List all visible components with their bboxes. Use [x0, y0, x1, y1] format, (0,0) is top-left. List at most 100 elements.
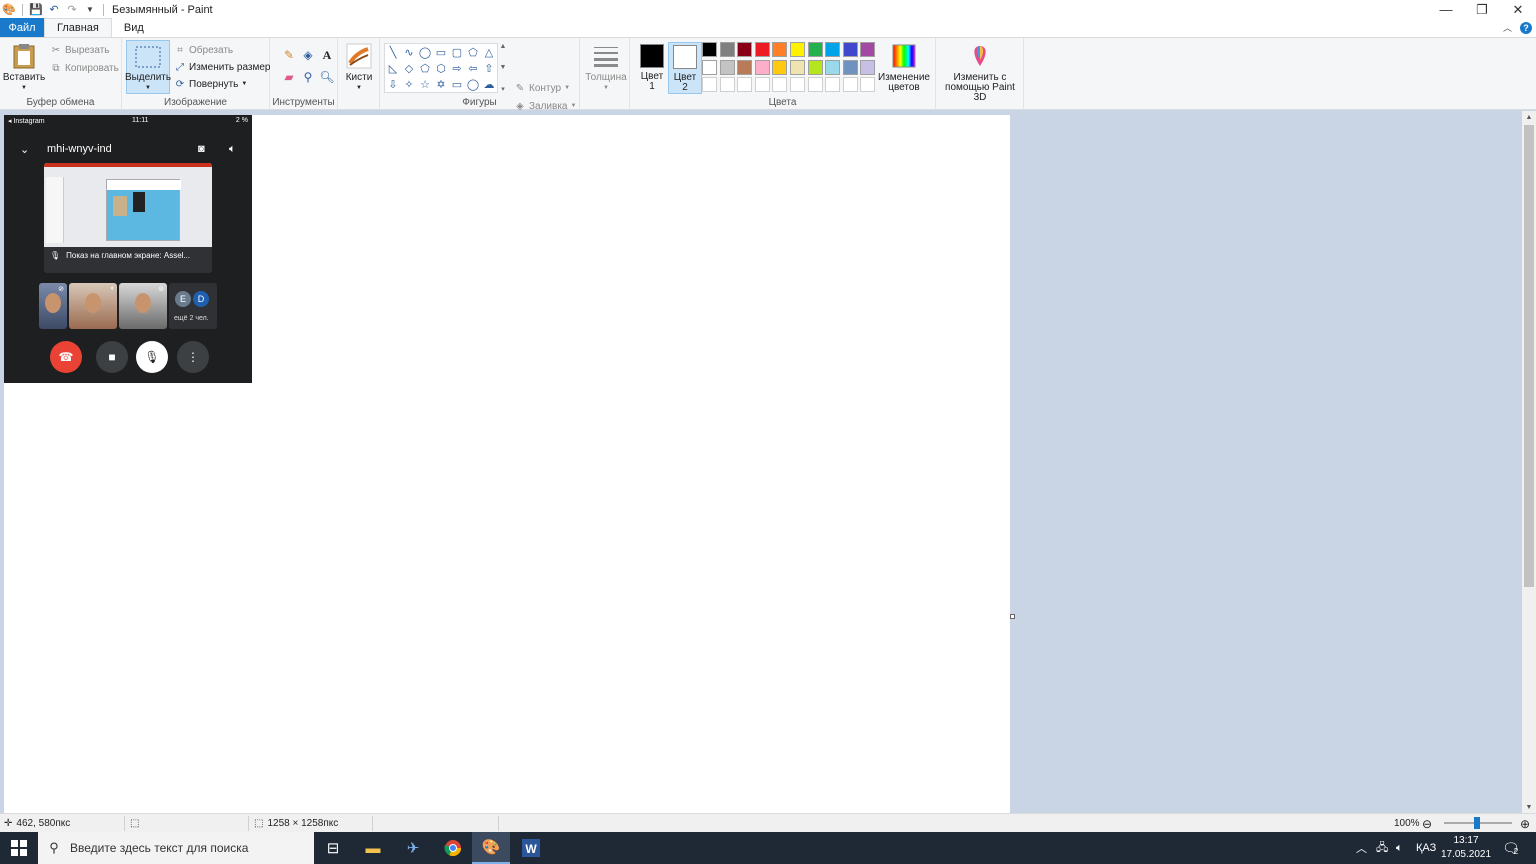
crop-button[interactable]: ⌗ Обрезать	[174, 44, 233, 56]
chrome-icon[interactable]	[434, 832, 472, 864]
customize-dropdown-icon[interactable]: ▼	[83, 3, 97, 17]
size-button[interactable]: Толщина ▼	[584, 42, 628, 93]
empty-color-swatch[interactable]	[789, 77, 805, 93]
rotate-button[interactable]: ⟳ Повернуть ▼	[174, 78, 248, 90]
color-swatch[interactable]	[772, 42, 788, 57]
color-swatch[interactable]	[825, 59, 841, 75]
resize-button[interactable]: ⤢ Изменить размер	[174, 61, 270, 73]
hexagon-shape-icon[interactable]: ⬡	[433, 60, 449, 76]
edit-with-paint3d-button[interactable]: Изменить с помощью Paint 3D	[938, 42, 1022, 103]
select-button[interactable]: Выделить ▼	[125, 40, 171, 94]
eraser-icon[interactable]: ▰	[280, 68, 298, 86]
task-view-icon[interactable]: ⊟	[314, 832, 352, 864]
text-icon[interactable]: A	[318, 46, 336, 64]
right-triangle-shape-icon[interactable]: ◺	[385, 60, 401, 76]
empty-color-swatch[interactable]	[737, 77, 753, 93]
color-picker-icon[interactable]: ⚲	[299, 68, 317, 86]
tab-view[interactable]: Вид	[112, 18, 156, 37]
clock[interactable]: 13:17 17.05.2021	[1438, 834, 1494, 862]
line-shape-icon[interactable]: ╲	[385, 44, 401, 60]
windows-start-icon[interactable]	[0, 832, 38, 864]
color2-button[interactable]: Цвет 2	[668, 42, 702, 94]
color-swatch[interactable]	[807, 42, 823, 57]
network-icon[interactable]: 🖧︎	[1376, 832, 1388, 864]
brushes-button[interactable]: Кисти ▼	[342, 42, 376, 93]
canvas-resize-handle[interactable]	[1010, 614, 1015, 619]
close-button[interactable]: ✕	[1500, 0, 1536, 19]
language-indicator[interactable]: ҚАЗ	[1416, 832, 1436, 864]
color-swatch[interactable]	[860, 59, 876, 75]
outline-button[interactable]: ✎ Контур ▼	[514, 82, 570, 94]
taskbar-search-box[interactable]: ⚲ Введите здесь текст для поиска	[38, 832, 314, 864]
color-swatch[interactable]	[737, 59, 753, 75]
color-swatch[interactable]	[842, 42, 858, 57]
color-swatch[interactable]	[772, 59, 788, 75]
file-explorer-icon[interactable]: ▬	[354, 832, 392, 864]
pencil-icon[interactable]: ✎	[280, 46, 298, 64]
empty-color-swatch[interactable]	[702, 77, 717, 93]
left-arrow-shape-icon[interactable]: ⇦	[465, 60, 481, 76]
color-swatch[interactable]	[807, 59, 823, 75]
show-hidden-icons[interactable]: ︿	[1356, 832, 1367, 864]
cloud-callout-shape-icon[interactable]: ☁	[481, 76, 497, 92]
help-icon[interactable]: ?	[1520, 21, 1532, 34]
fill-bucket-icon[interactable]: ◈	[299, 46, 317, 64]
diamond-shape-icon[interactable]: ◇	[401, 60, 417, 76]
down-arrow-shape-icon[interactable]: ⇩	[385, 76, 401, 92]
six-point-star-shape-icon[interactable]: ✡	[433, 76, 449, 92]
copy-button[interactable]: ⧉ Копировать	[50, 62, 118, 74]
zoom-in-icon[interactable]: ⊕	[1520, 814, 1530, 833]
rectangle-shape-icon[interactable]: ▭	[433, 44, 449, 60]
rounded-rectangle-shape-icon[interactable]: ▢	[449, 44, 465, 60]
empty-color-swatch[interactable]	[719, 77, 735, 93]
four-point-star-shape-icon[interactable]: ✧	[401, 76, 417, 92]
save-icon[interactable]: 💾	[29, 3, 43, 17]
polygon-shape-icon[interactable]: ⬠	[465, 44, 481, 60]
maximize-button[interactable]: ❐	[1464, 0, 1500, 19]
color-swatch[interactable]	[719, 42, 735, 57]
right-arrow-shape-icon[interactable]: ⇨	[449, 60, 465, 76]
empty-color-swatch[interactable]	[772, 77, 788, 93]
tab-home[interactable]: Главная	[44, 18, 112, 37]
paste-button[interactable]: Вставить ▼	[3, 42, 45, 93]
oval-shape-icon[interactable]: ◯	[417, 44, 433, 60]
color-swatch[interactable]	[737, 42, 753, 57]
scrollbar-thumb[interactable]	[1524, 125, 1534, 587]
paint-taskbar-icon[interactable]: 🎨	[472, 832, 510, 864]
collapse-ribbon-icon[interactable]: ︿	[1503, 21, 1512, 34]
five-point-star-shape-icon[interactable]: ☆	[417, 76, 433, 92]
zoom-out-icon[interactable]: ⊖	[1422, 814, 1432, 833]
color-swatch[interactable]	[702, 42, 717, 57]
undo-icon[interactable]: ↶	[47, 3, 61, 17]
paint-app-icon[interactable]: 🎨	[2, 3, 16, 17]
taskbar-app-icon[interactable]: ✈	[394, 832, 432, 864]
word-icon[interactable]: W	[512, 832, 550, 864]
redo-icon[interactable]: ↷	[65, 3, 79, 17]
pentagon-shape-icon[interactable]: ⬠	[417, 60, 433, 76]
expand-gallery-icon[interactable]: ▾	[501, 85, 505, 93]
tab-file[interactable]: Файл	[0, 18, 44, 37]
color-swatch[interactable]	[719, 59, 735, 75]
curve-shape-icon[interactable]: ∿	[401, 44, 417, 60]
notifications-icon[interactable]: 🗨︎ 2	[1502, 832, 1520, 864]
scroll-down-icon[interactable]: ▼	[500, 64, 507, 71]
color-swatch[interactable]	[789, 59, 805, 75]
color-swatch[interactable]	[825, 42, 841, 57]
color-swatch[interactable]	[842, 59, 858, 75]
cut-button[interactable]: ✂ Вырезать	[50, 44, 110, 56]
color-swatch[interactable]	[754, 42, 770, 57]
color-swatch[interactable]	[789, 42, 805, 57]
edit-colors-button[interactable]: Изменение цветов	[878, 42, 930, 93]
minimize-button[interactable]: —	[1428, 0, 1464, 19]
scroll-up-icon[interactable]: ▲	[500, 43, 507, 50]
zoom-slider-thumb[interactable]	[1474, 817, 1480, 829]
vertical-scrollbar[interactable]: ▲ ▼	[1522, 111, 1536, 813]
color1-button[interactable]: Цвет 1	[636, 42, 668, 94]
canvas[interactable]: ◂ Instagram 11:11 2 % ⌄ mhi-wnyv-ind ◙ 🔈…	[4, 115, 1010, 813]
empty-color-swatch[interactable]	[754, 77, 770, 93]
color-swatch[interactable]	[702, 59, 717, 75]
up-arrow-shape-icon[interactable]: ⇧	[481, 60, 497, 76]
triangle-shape-icon[interactable]: △	[481, 44, 497, 60]
empty-color-swatch[interactable]	[825, 77, 841, 93]
scroll-down-icon[interactable]: ▼	[1522, 801, 1536, 813]
